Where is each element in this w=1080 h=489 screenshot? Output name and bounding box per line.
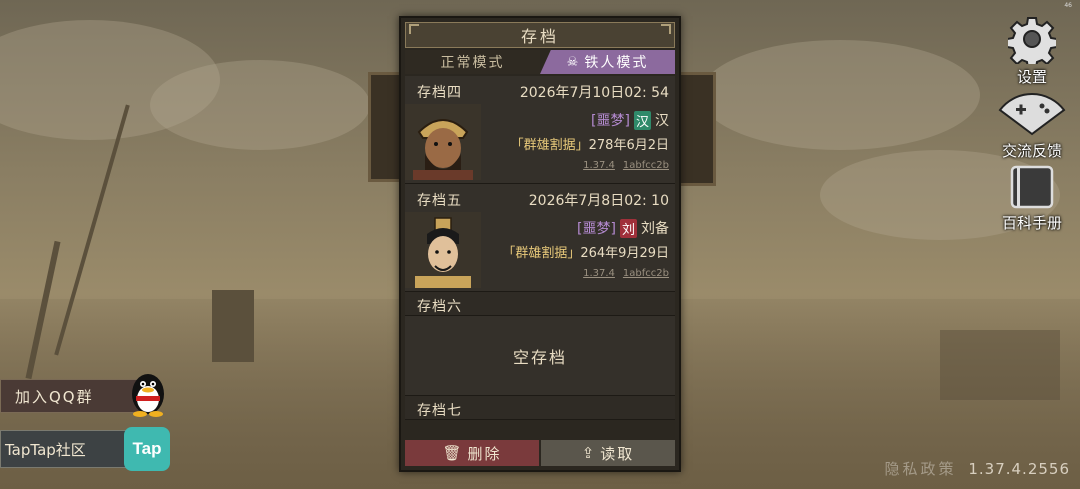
panel-footer: 🗑 删除 ⇪ 读取 — [405, 440, 675, 466]
panel-title-text: 存档 — [520, 27, 559, 46]
save-hash: 1abfcc2b — [622, 160, 669, 171]
save-slot-header[interactable]: 存档七 — [405, 396, 675, 420]
taptap-logo-icon[interactable]: Tap — [124, 427, 170, 471]
panel-title: 存档 — [405, 22, 675, 48]
faction-badge: 刘 — [619, 218, 637, 238]
slot-name: 存档四 — [417, 85, 462, 101]
slot-date: 2026年7月10日02: 54 — [519, 85, 669, 101]
slot-version-row: 1.37.4 1abfcc2b — [575, 160, 669, 171]
save-panel: 存档 正常模式 ☠ 铁人模式 存档四 2026年7月10日02: 54 [噩梦] — [399, 16, 681, 472]
difficulty-badge: [噩梦] — [591, 113, 630, 129]
scenario-name: 「群雄割据」 — [502, 246, 581, 261]
general-portrait-icon — [405, 212, 481, 288]
skull-icon: ☠ — [566, 54, 581, 70]
save-slot[interactable]: 存档五 2026年7月8日02: 10 [噩梦] 刘 刘备 「群雄割据」264年… — [405, 184, 675, 292]
tab-ironman-mode[interactable]: ☠ 铁人模式 — [540, 50, 675, 74]
delete-button[interactable]: 🗑 删除 — [405, 440, 539, 466]
slot-version-row: 1.37.4 1abfcc2b — [575, 268, 669, 279]
mode-tabs: 正常模式 ☠ 铁人模式 — [405, 50, 675, 74]
join-qq-group-button[interactable]: 加入QQ群 — [0, 379, 140, 413]
settings-button[interactable]: 设置 — [990, 14, 1074, 87]
load-label: 读取 — [600, 444, 635, 463]
qq-penguin-icon[interactable] — [126, 366, 170, 418]
slot-name: 存档五 — [417, 193, 462, 209]
feedback-label: 交流反馈 — [1001, 142, 1062, 160]
fan-gamepad-icon — [998, 93, 1066, 136]
trash-icon: 🗑 — [442, 444, 464, 462]
book-icon — [1010, 165, 1054, 209]
slot-name: 存档七 — [417, 403, 462, 419]
save-hash: 1abfcc2b — [622, 268, 669, 279]
tab-ironman-label: 铁人模式 — [584, 55, 649, 71]
ruler-name: 汉 — [655, 113, 669, 129]
feedback-button[interactable]: 交流反馈 — [990, 90, 1074, 161]
slot-scenario-row: 「群雄割据」264年9月29日 — [502, 242, 669, 261]
settings-label: 设置 — [1016, 68, 1047, 86]
empty-save-slot[interactable]: 空存档 — [405, 316, 675, 396]
faction-badge: 汉 — [633, 110, 651, 130]
scenario-name: 「群雄割据」 — [510, 138, 589, 153]
privacy-policy-link[interactable]: 隐私政策 — [885, 460, 957, 478]
difficulty-badge: [噩梦] — [577, 221, 616, 237]
taptap-community-button[interactable]: TapTap社区 — [0, 430, 130, 468]
game-date: 264年9月29日 — [580, 246, 669, 261]
save-slot[interactable]: 存档四 2026年7月10日02: 54 [噩梦] 汉 汉 「群雄割据」278年… — [405, 76, 675, 184]
save-slot-header[interactable]: 存档六 — [405, 292, 675, 316]
slot-faction-row: [噩梦] 汉 汉 — [591, 110, 669, 130]
delete-label: 删除 — [467, 444, 502, 463]
corner-status-number: 46 — [1064, 2, 1072, 9]
load-button[interactable]: ⇪ 读取 — [541, 440, 675, 466]
wiki-manual-button[interactable]: 百科手册 — [990, 164, 1074, 233]
corner-ornament-icon — [661, 24, 671, 34]
slot-name: 存档六 — [417, 299, 462, 315]
slot-date: 2026年7月8日02: 10 — [528, 193, 669, 209]
save-slot-list[interactable]: 存档四 2026年7月10日02: 54 [噩梦] 汉 汉 「群雄割据」278年… — [405, 76, 675, 438]
save-version: 1.37.4 — [583, 268, 615, 279]
footer-info: 隐私政策 1.37.4.2556 — [885, 458, 1070, 479]
wiki-manual-label: 百科手册 — [1001, 214, 1062, 232]
ruler-name: 刘备 — [641, 221, 669, 237]
save-version: 1.37.4 — [583, 160, 615, 171]
upload-icon: ⇪ — [581, 444, 597, 462]
slot-faction-row: [噩梦] 刘 刘备 — [577, 218, 669, 238]
slot-scenario-row: 「群雄割据」278年6月2日 — [511, 134, 669, 153]
general-portrait-icon — [405, 104, 481, 180]
game-date: 278年6月2日 — [588, 138, 669, 153]
app-version: 1.37.4.2556 — [968, 460, 1070, 478]
corner-ornament-icon — [409, 24, 419, 34]
tab-normal-mode[interactable]: 正常模式 — [405, 50, 540, 74]
gear-icon — [1008, 17, 1056, 64]
